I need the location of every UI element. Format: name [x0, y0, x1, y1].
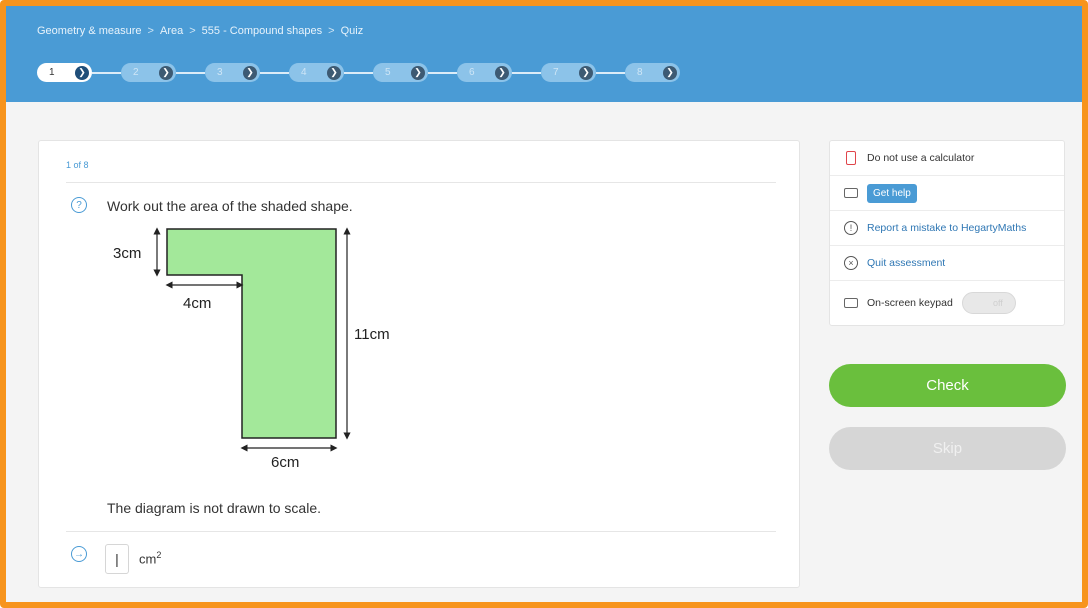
- get-help-button[interactable]: Get help: [867, 183, 917, 203]
- question-circle-icon: ?: [71, 197, 87, 213]
- label-total-height: 11cm: [354, 326, 390, 343]
- breadcrumb-separator: >: [147, 25, 154, 37]
- keypad-toggle[interactable]: off: [961, 292, 1016, 314]
- sidebar-item-keypad: On-screen keypad off: [830, 281, 1064, 325]
- step-4[interactable]: 4 ❯: [289, 63, 344, 82]
- sidebar-item-report-mistake[interactable]: ! Report a mistake to HegartyMaths: [830, 211, 1064, 246]
- chevron-right-icon: ❯: [327, 65, 341, 80]
- breadcrumb-item-quiz: Quiz: [340, 25, 364, 37]
- unit-text: cm: [139, 551, 157, 567]
- step-8[interactable]: 8 ❯: [625, 63, 680, 82]
- sidebar-item-label: Do not use a calculator: [867, 152, 975, 164]
- step-number: 2: [133, 67, 139, 78]
- question-card: 1 of 8 ? Work out the area of the shaded…: [38, 140, 800, 588]
- step-1[interactable]: 1 ❯: [37, 63, 92, 82]
- scale-note: The diagram is not drawn to scale.: [107, 500, 321, 516]
- video-icon: [844, 186, 858, 200]
- step-5[interactable]: 5 ❯: [373, 63, 428, 82]
- chevron-right-icon: ❯: [579, 65, 593, 80]
- toggle-state: off: [992, 298, 1003, 308]
- report-mistake-link[interactable]: Report a mistake to HegartyMaths: [867, 222, 1026, 234]
- label-top-height: 3cm: [113, 245, 141, 262]
- step-connector: [176, 71, 205, 74]
- chevron-right-icon: ❯: [159, 65, 173, 80]
- quit-assessment-link[interactable]: Quit assessment: [867, 257, 945, 269]
- step-number: 5: [385, 67, 391, 78]
- chevron-right-icon: ❯: [411, 65, 425, 80]
- unit-power: 2: [156, 550, 162, 560]
- step-number: 4: [301, 67, 307, 78]
- header-bar: Geometry & measure > Area > 555 - Compou…: [6, 6, 1082, 102]
- sidebar-item-quit[interactable]: × Quit assessment: [830, 246, 1064, 281]
- chevron-right-icon: ❯: [243, 65, 257, 80]
- chevron-right-icon: ❯: [663, 65, 677, 80]
- step-connector: [260, 71, 289, 74]
- step-number: 8: [637, 67, 643, 78]
- step-connector: [344, 71, 373, 74]
- breadcrumb: Geometry & measure > Area > 555 - Compou…: [37, 25, 363, 37]
- step-number: 1: [49, 67, 55, 78]
- question-text: Work out the area of the shaded shape.: [107, 198, 353, 214]
- step-connector: [92, 71, 121, 74]
- step-connector: [596, 71, 625, 74]
- shaded-l-shape: [166, 228, 337, 439]
- step-number: 3: [217, 67, 223, 78]
- breadcrumb-item-area[interactable]: Area: [160, 25, 183, 37]
- sidebar-item-label: On-screen keypad: [867, 297, 953, 309]
- exclamation-circle-icon: !: [844, 221, 858, 235]
- calculator-icon: [844, 151, 858, 165]
- sidebar-panel: Do not use a calculator Get help ! Repor…: [829, 140, 1065, 326]
- step-connector: [428, 71, 457, 74]
- chevron-right-icon: ❯: [495, 65, 509, 80]
- step-number: 6: [469, 67, 475, 78]
- step-2[interactable]: 2 ❯: [121, 63, 176, 82]
- app-frame: Geometry & measure > Area > 555 - Compou…: [0, 0, 1088, 608]
- skip-button[interactable]: Skip: [829, 427, 1066, 470]
- compound-shape-diagram: 3cm 4cm 11cm 6cm: [113, 227, 390, 471]
- divider: [66, 531, 776, 532]
- sidebar-item-get-help: Get help: [830, 176, 1064, 211]
- arrow-circle-icon: →: [71, 546, 87, 562]
- breadcrumb-item-lesson[interactable]: 555 - Compound shapes: [202, 25, 322, 37]
- label-notch-width: 4cm: [183, 295, 211, 312]
- sidebar-item-calculator: Do not use a calculator: [830, 141, 1064, 176]
- keyboard-icon: [844, 296, 858, 310]
- breadcrumb-separator: >: [328, 25, 335, 37]
- chevron-right-icon: ❯: [75, 65, 89, 80]
- breadcrumb-item-topic[interactable]: Geometry & measure: [37, 25, 142, 37]
- label-bottom-width: 6cm: [271, 454, 299, 471]
- quiz-progress-steps: 1 ❯ 2 ❯ 3 ❯ 4 ❯ 5 ❯ 6 ❯ 7 ❯ 8 ❯: [37, 63, 680, 82]
- step-connector: [512, 71, 541, 74]
- check-button[interactable]: Check: [829, 364, 1066, 407]
- close-circle-icon: ×: [844, 256, 858, 270]
- answer-input[interactable]: |: [105, 544, 129, 574]
- step-7[interactable]: 7 ❯: [541, 63, 596, 82]
- step-number: 7: [553, 67, 559, 78]
- question-counter: 1 of 8: [66, 160, 89, 170]
- breadcrumb-separator: >: [189, 25, 196, 37]
- answer-unit: cm2: [139, 550, 161, 566]
- divider: [66, 182, 776, 183]
- step-3[interactable]: 3 ❯: [205, 63, 260, 82]
- step-6[interactable]: 6 ❯: [457, 63, 512, 82]
